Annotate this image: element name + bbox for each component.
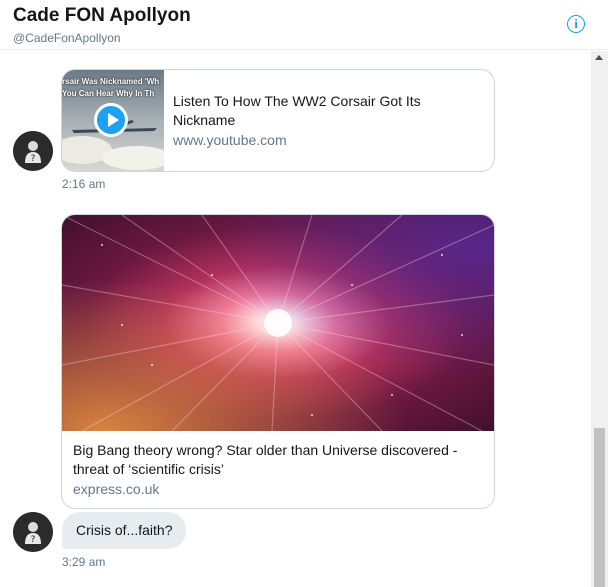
link-card-title[interactable]: Listen To How The WW2 Corsair Got Its Ni… — [173, 92, 473, 130]
conversation-handle[interactable]: @CadeFonApollyon — [13, 31, 121, 45]
link-card-domain[interactable]: www.youtube.com — [173, 132, 287, 148]
avatar[interactable]: ? — [13, 131, 53, 171]
message-timestamp: 2:16 am — [62, 177, 106, 191]
thumbnail-caption-line1: rsair Was Nicknamed 'Wh — [62, 77, 160, 86]
svg-text:?: ? — [31, 154, 36, 164]
link-card-image[interactable] — [62, 215, 494, 431]
link-card-title[interactable]: Big Bang theory wrong? Star older than U… — [73, 441, 493, 479]
youtube-link-card[interactable]: rsair Was Nicknamed 'Wh You Can Hear Why… — [61, 69, 495, 172]
message-bubble[interactable]: Crisis of...faith? — [62, 512, 187, 549]
avatar[interactable]: ? — [13, 512, 53, 552]
avatar-figure-icon: ? — [13, 512, 53, 552]
scrollbar[interactable] — [591, 51, 608, 587]
scroll-up-arrow-icon[interactable] — [595, 55, 603, 60]
thumbnail-caption: rsair Was Nicknamed 'Wh You Can Hear Why… — [62, 76, 164, 100]
conversation-name[interactable]: Cade FON Apollyon — [13, 5, 191, 27]
conversation-header: Cade FON Apollyon @CadeFonApollyon i — [0, 0, 608, 50]
avatar-figure-icon: ? — [13, 131, 53, 171]
video-thumbnail[interactable]: rsair Was Nicknamed 'Wh You Can Hear Why… — [62, 70, 164, 171]
scrollbar-thumb[interactable] — [594, 428, 605, 587]
message-timestamp: 3:29 am — [62, 555, 106, 569]
link-card-domain[interactable]: express.co.uk — [73, 481, 159, 497]
big-bang-image — [62, 215, 494, 431]
play-icon[interactable] — [94, 103, 128, 137]
svg-text:?: ? — [31, 535, 36, 545]
express-link-card[interactable]: Big Bang theory wrong? Star older than U… — [61, 214, 495, 509]
thumbnail-caption-line2: You Can Hear Why In Th — [62, 89, 155, 98]
info-icon[interactable]: i — [567, 15, 585, 33]
